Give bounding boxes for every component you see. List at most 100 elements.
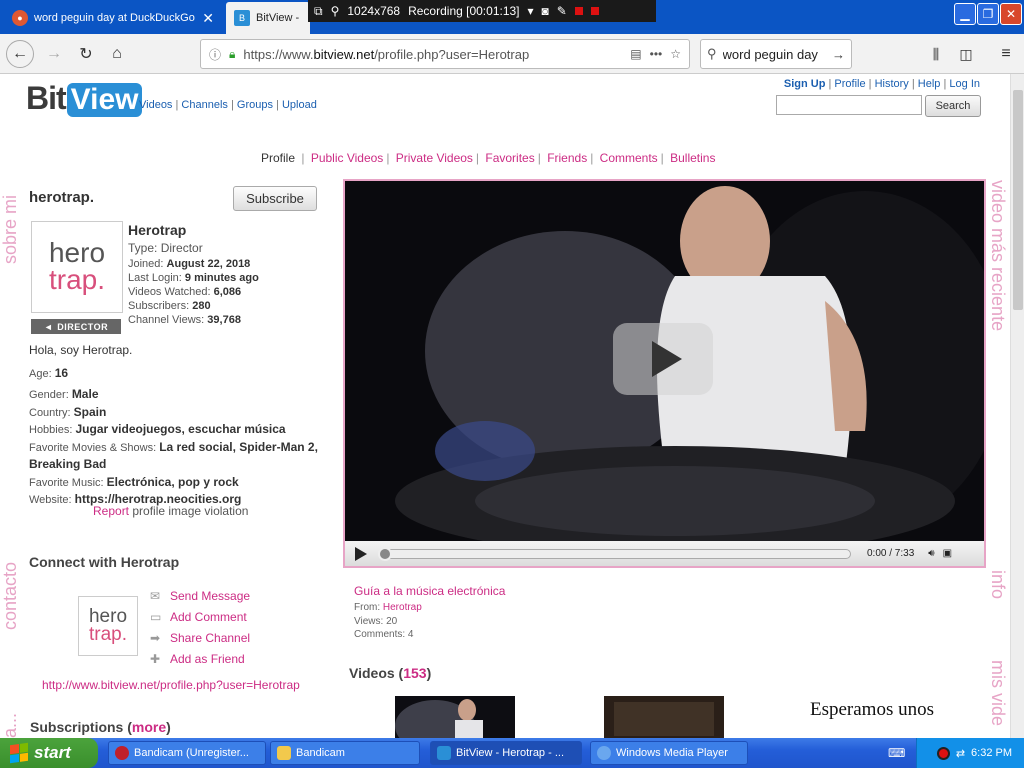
search-go-arrow-icon[interactable]: → [832,47,845,62]
tab-bitview[interactable]: B BitView - H [226,2,310,34]
tab-favorites[interactable]: Favorites [485,151,534,165]
scrollbar-thumb[interactable] [1013,90,1023,310]
connect-avatar[interactable]: hero trap. [78,596,138,656]
start-button[interactable]: start [0,738,98,768]
reload-button[interactable]: ↻ [72,40,100,68]
age-value: 16 [54,365,69,380]
tab-comments[interactable]: Comments [600,151,658,165]
search-query[interactable]: word peguin day [723,47,826,62]
history-link[interactable]: History [875,78,909,90]
nav-videos[interactable]: Videos [139,99,172,111]
signup-link[interactable]: Sign Up [784,78,826,90]
clock: 6:32 PM [971,747,1012,759]
nav-groups[interactable]: Groups [237,99,273,111]
video-thumbnail[interactable] [395,696,515,738]
help-link[interactable]: Help [918,78,941,90]
network-icon[interactable]: ⇄ [956,747,965,760]
seek-bar[interactable] [378,546,851,561]
search-icon: ⚲ [707,46,717,61]
tab-bulletins[interactable]: Bulletins [670,151,715,165]
browser-search-bar[interactable]: ⚲ word peguin day → [700,39,852,69]
channel-name: herotrap. [29,189,95,206]
nav-channels[interactable]: Channels [181,99,227,111]
bitview-icon: B [234,10,250,26]
login-link[interactable]: Log In [949,78,980,90]
stop-icon[interactable] [590,7,599,15]
side-label-contacto: contacto [0,561,20,630]
play-overlay-button[interactable] [613,323,713,395]
music-value: Electrónica, pop y rock [106,474,239,489]
chevron-down-icon[interactable]: ▾ [528,4,534,18]
pencil-icon[interactable]: ✎ [557,4,567,18]
forward-button[interactable]: → [40,40,68,68]
system-tray: ⇄ 6:32 PM [916,738,1024,768]
thumbnail-image [395,696,515,738]
video-controls: 0:00 / 7:33 🔊︎ ▣ [345,541,984,566]
task-bandicam-unregistered[interactable]: Bandicam (Unregister... [108,741,266,765]
camera-icon[interactable]: ◙ [542,4,549,18]
send-message-button[interactable]: ✉ Send Message [150,586,250,607]
site-search-button[interactable]: Search [925,95,981,117]
profile-url-link[interactable]: http://www.bitview.net/profile.php?user=… [42,678,300,692]
minimize-button[interactable]: ▁ [954,3,976,25]
tab-duckduckgo[interactable]: ● word peguin day at DuckDuckGo ✕ [4,2,222,34]
fullscreen-icon[interactable]: ▣ [943,548,952,559]
video-author-link[interactable]: Herotrap [383,602,422,613]
bitview-logo[interactable]: Bit View [26,80,143,117]
subscriber-count: 280 [192,300,211,312]
page-actions-icon[interactable]: ••• [650,47,663,61]
page-scrollbar[interactable] [1010,74,1024,738]
seek-knob[interactable] [378,546,392,561]
channel-type: Director [160,241,203,255]
side-label-subscriptions: a... [0,712,20,738]
task-windows-media-player[interactable]: Windows Media Player [590,741,748,765]
site-search-input[interactable] [776,95,922,115]
share-arrow-icon: ➡ [150,631,161,645]
tab-profile[interactable]: Profile [261,151,295,165]
hobbies-value: Jugar videojuegos, escuchar música [75,422,286,436]
video-title-link[interactable]: Guía a la música electrónica [354,584,505,598]
add-friend-button[interactable]: ✚ Add as Friend [150,649,250,670]
task-bitview-browser[interactable]: BitView - Herotrap - ... [430,741,582,765]
sidebar-icon[interactable]: ◫ [952,40,980,68]
director-badge: ◄ DIRECTOR [31,319,121,334]
windows-flag-icon [10,742,28,764]
tab-friends[interactable]: Friends [547,151,587,165]
reader-view-icon[interactable]: ▤ [630,47,641,61]
info-icon[interactable]: ⓘ [209,46,221,63]
home-button[interactable]: ⌂ [103,40,131,68]
side-label-mis-videos: mis vide [988,660,1008,727]
maximize-button[interactable]: ❐ [977,3,999,25]
address-bar[interactable]: ⓘ 🔒︎ https://www.bitview.net/profile.php… [200,39,690,69]
video-frame[interactable] [345,181,984,541]
close-tab-icon[interactable]: ✕ [202,10,214,27]
url-text[interactable]: https://www.bitview.net/profile.php?user… [243,47,622,62]
videos-count-link[interactable]: 153 [403,665,426,681]
volume-icon[interactable]: 🔊︎ [928,548,934,559]
menu-icon[interactable]: ≡ [992,40,1020,68]
bookmark-star-icon[interactable]: ☆ [670,47,681,61]
report-link[interactable]: Report [93,504,129,518]
task-bandicam-folder[interactable]: Bandicam [270,741,420,765]
close-window-button[interactable]: ✕ [1000,3,1022,25]
add-comment-button[interactable]: ▭ Add Comment [150,607,250,628]
avatar[interactable]: hero trap. [31,221,123,313]
play-button[interactable] [355,546,367,561]
keyboard-icon[interactable]: ⌨ [888,746,905,760]
tab-public-videos[interactable]: Public Videos [311,151,384,165]
side-label-video-mas-reciente: video más reciente [988,180,1008,332]
record-tray-icon[interactable] [936,746,950,760]
nav-upload[interactable]: Upload [282,99,317,111]
video-player[interactable]: 0:00 / 7:33 🔊︎ ▣ [343,179,986,568]
subscribe-button[interactable]: Subscribe [233,186,317,211]
bandicam-recording-bar: ⧉ ⚲ 1024x768 Recording [00:01:13] ▾ ◙ ✎ [308,0,656,22]
profile-link[interactable]: Profile [834,78,865,90]
back-button[interactable]: ← [6,40,34,68]
pause-icon[interactable] [574,7,583,15]
share-channel-button[interactable]: ➡ Share Channel [150,628,250,649]
subscriptions-more-link[interactable]: more [132,719,166,735]
video-views: 20 [386,615,398,627]
video-thumbnail[interactable] [604,696,724,738]
library-icon[interactable]: ⫼ [922,40,950,68]
tab-private-videos[interactable]: Private Videos [396,151,473,165]
